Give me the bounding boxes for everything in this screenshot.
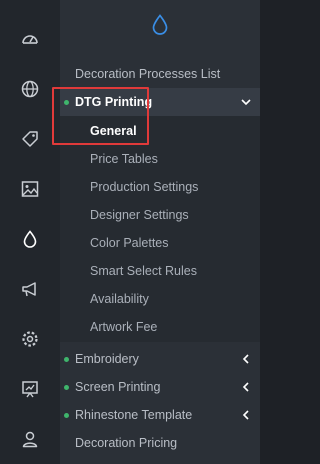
submenu-item-label: Color Palettes	[90, 236, 169, 250]
menu-item-label: Rhinestone Template	[75, 408, 193, 422]
submenu-item-artwork-fee[interactable]: Artwork Fee	[60, 313, 260, 341]
globe-icon	[21, 80, 39, 98]
menu-item-embroidery[interactable]: Embroidery	[60, 345, 260, 373]
drop-icon	[23, 230, 37, 248]
menu-item-rhinestone-template[interactable]: Rhinestone Template	[60, 401, 260, 429]
submenu-item-designer-settings[interactable]: Designer Settings	[60, 201, 260, 229]
chevron-left-icon	[242, 382, 249, 392]
icon-rail	[0, 0, 60, 464]
gear-icon	[22, 331, 38, 347]
reports-button[interactable]	[0, 364, 60, 414]
user-icon	[22, 431, 38, 448]
submenu-item-color-palettes[interactable]: Color Palettes	[60, 229, 260, 257]
media-button[interactable]	[0, 164, 60, 214]
menu-item-label: Embroidery	[75, 352, 139, 366]
settings-button[interactable]	[0, 314, 60, 364]
presentation-icon	[22, 381, 38, 398]
highlight-box	[52, 87, 149, 145]
panel-header	[60, 0, 260, 50]
submenu-item-label: Availability	[90, 292, 149, 306]
submenu-item-smart-select-rules[interactable]: Smart Select Rules	[60, 257, 260, 285]
decoration-button[interactable]	[0, 214, 60, 264]
decoration-panel: Decoration Processes List DTG Printing G…	[60, 0, 260, 464]
tag-icon	[22, 131, 38, 147]
menu-item-screen-printing[interactable]: Screen Printing	[60, 373, 260, 401]
submenu-item-production-settings[interactable]: Production Settings	[60, 173, 260, 201]
submenu-item-label: Smart Select Rules	[90, 264, 197, 278]
submenu-item-availability[interactable]: Availability	[60, 285, 260, 313]
menu-item-label: Decoration Pricing	[75, 436, 178, 450]
status-dot	[64, 413, 69, 418]
submenu-item-label: Production Settings	[90, 180, 199, 194]
products-button[interactable]	[0, 114, 60, 164]
dashboard-button[interactable]	[0, 14, 60, 64]
menu-item-decoration-pricing[interactable]: Decoration Pricing	[60, 429, 260, 457]
status-dot	[64, 357, 69, 362]
chevron-down-icon	[241, 99, 251, 106]
submenu-item-label: Price Tables	[90, 152, 158, 166]
image-icon	[21, 181, 39, 197]
chevron-left-icon	[242, 354, 249, 364]
submenu-item-price-tables[interactable]: Price Tables	[60, 145, 260, 173]
chevron-left-icon	[242, 410, 249, 420]
status-dot	[64, 385, 69, 390]
dashboard-icon	[22, 35, 38, 44]
account-button[interactable]	[0, 414, 60, 464]
marketing-button[interactable]	[0, 264, 60, 314]
megaphone-icon	[22, 282, 36, 297]
menu-item-label: Screen Printing	[75, 380, 161, 394]
submenu-item-label: Artwork Fee	[90, 320, 158, 334]
menu-item-label: Decoration Processes List	[75, 67, 221, 81]
drop-icon	[152, 14, 168, 35]
submenu-item-label: Designer Settings	[90, 208, 189, 222]
website-button[interactable]	[0, 64, 60, 114]
menu-item-decoration-processes-list[interactable]: Decoration Processes List	[60, 60, 260, 88]
